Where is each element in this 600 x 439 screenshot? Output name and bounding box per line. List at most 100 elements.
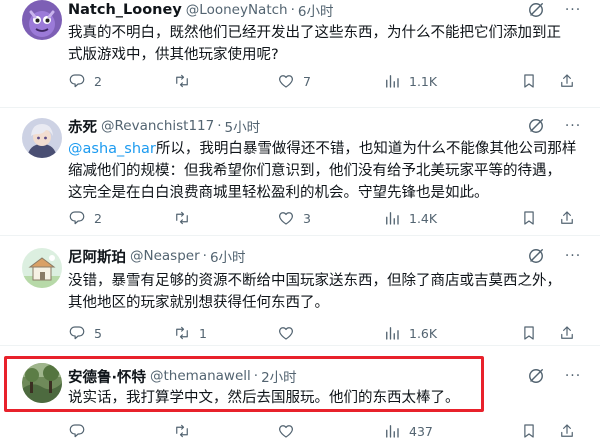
share-icon	[561, 211, 573, 224]
grok-icon[interactable]	[526, 0, 546, 20]
tweet-text: 说实话，我打算学中文，然后去国服玩。他们的东西太棒了。	[68, 387, 580, 409]
tweet-text-line: @asha_shar所以，我明白暴雪做得还不错，也知道为什么不能像其他公司那样	[68, 138, 580, 160]
author-name[interactable]: Natch_Looney	[68, 2, 182, 18]
tweet-text-fragment: 所以，我明白暴雪做得还不错，也知道为什么不能像其他公司那样	[155, 141, 577, 157]
tweet-text-line: 没错，暴雪有足够的资源不断给中国玩家送东西，但除了商店或吉莫西之外，	[68, 273, 561, 289]
heart-icon	[279, 75, 293, 88]
share-icon	[561, 326, 573, 339]
timestamp[interactable]: 6小时	[298, 0, 334, 20]
mention-link[interactable]: @asha_shar	[68, 141, 156, 157]
tweet-text-line: 式版游戏中，供其他玩家使用呢?	[68, 47, 279, 63]
timestamp[interactable]: 5小时	[225, 116, 261, 136]
retweet-button[interactable]	[173, 208, 199, 228]
retweet-icon	[176, 424, 188, 438]
bookmark-button[interactable]	[520, 208, 538, 228]
action-bar: 5 1 1.6K	[68, 323, 588, 343]
tweet-header: 安德鲁·怀特 @themanawell · 2小时	[68, 366, 297, 386]
purple-creature-icon	[22, 0, 62, 40]
avatar[interactable]	[22, 0, 62, 40]
action-bar: 2 7 1.1K	[68, 71, 588, 91]
more-options-icon[interactable]: ···	[562, 366, 584, 386]
forest-photo-icon	[22, 363, 62, 403]
grok-icon[interactable]	[526, 246, 546, 266]
view-count: 1.4K	[409, 210, 438, 226]
author-name[interactable]: 安德鲁·怀特	[68, 366, 146, 387]
author-name[interactable]: 尼阿斯珀	[68, 246, 126, 267]
tweet-header: 尼阿斯珀 @Neasper · 6小时	[68, 246, 246, 266]
more-options-icon[interactable]: ···	[562, 246, 584, 266]
avatar[interactable]	[22, 248, 62, 288]
separator-dot: ·	[217, 118, 222, 134]
retweet-button[interactable]	[173, 421, 199, 439]
like-button[interactable]	[277, 421, 303, 439]
tweet-2[interactable]: 赤死 @Revanchist117 · 5小时 ··· @asha_shar所以…	[0, 108, 600, 236]
tweet-text-line: 我真的不明白，既然他们已经开发出了这些东西，为什么不能把它们添加到正	[68, 25, 561, 41]
heart-icon	[279, 212, 293, 225]
separator-dot: ·	[290, 2, 295, 18]
reply-icon	[69, 424, 85, 438]
bookmark-button[interactable]	[520, 71, 538, 91]
avatar[interactable]	[22, 363, 62, 403]
more-options-icon[interactable]: ···	[562, 0, 584, 20]
reply-button[interactable]: 2	[68, 71, 102, 91]
share-button[interactable]	[558, 208, 576, 228]
reply-count: 5	[94, 325, 102, 341]
author-name[interactable]: 赤死	[68, 116, 97, 137]
timestamp[interactable]: 2小时	[261, 366, 297, 386]
reply-count: 2	[94, 210, 102, 226]
heart-icon	[279, 425, 293, 438]
views-button[interactable]: 1.1K	[383, 71, 437, 91]
bookmark-button[interactable]	[520, 421, 538, 439]
tweet-4[interactable]: 安德鲁·怀特 @themanawell · 2小时 ··· 说实话，我打算学中文…	[0, 346, 600, 439]
like-button[interactable]: 3	[277, 208, 311, 228]
views-button[interactable]: 437	[383, 421, 433, 439]
grok-icon[interactable]	[526, 366, 546, 386]
view-count: 1.1K	[409, 73, 438, 89]
like-button[interactable]: 7	[277, 71, 311, 91]
author-handle[interactable]: @Revanchist117	[101, 118, 214, 134]
retweet-button[interactable]	[173, 71, 199, 91]
like-count: 3	[303, 210, 311, 226]
heart-icon	[279, 327, 293, 340]
share-button[interactable]	[558, 71, 576, 91]
action-bar: 437	[68, 421, 588, 439]
reply-button[interactable]: 2	[68, 208, 102, 228]
share-button[interactable]	[558, 323, 576, 343]
retweet-icon	[176, 211, 188, 225]
bookmark-icon	[524, 424, 534, 438]
like-button[interactable]	[277, 323, 303, 343]
tweet-text-line: 缩减他们的规模：但我希望你们意识到，他们没有给予北美玩家平等的待遇，	[68, 163, 561, 179]
tweet-text: 没错，暴雪有足够的资源不断给中国玩家送东西，但除了商店或吉莫西之外， 其他地区的…	[68, 270, 580, 314]
retweet-icon	[176, 74, 188, 88]
avatar[interactable]	[22, 118, 62, 158]
separator-dot: ·	[202, 248, 207, 264]
tweet-text-line: 其他地区的玩家就别想获得任何东西了。	[68, 295, 329, 311]
author-handle[interactable]: @LooneyNatch	[186, 2, 288, 18]
bookmark-icon	[524, 211, 534, 225]
action-bar: 2 3 1.4K	[68, 208, 588, 228]
retweet-button[interactable]: 1	[173, 323, 207, 343]
anime-character-icon	[22, 118, 62, 158]
bar-chart-icon	[386, 327, 399, 340]
tweet-text-line: 这完全是在白白浪费商城里轻松盈利的机会。守望先锋也是如此。	[68, 185, 489, 201]
tweet-text: @asha_shar所以，我明白暴雪做得还不错，也知道为什么不能像其他公司那样 …	[68, 138, 580, 204]
author-handle[interactable]: @Neasper	[130, 248, 200, 264]
like-count: 7	[303, 73, 311, 89]
tweet-3[interactable]: 尼阿斯珀 @Neasper · 6小时 ··· 没错，暴雪有足够的资源不断给中国…	[0, 236, 600, 346]
reply-button[interactable]	[68, 421, 94, 439]
bookmark-icon	[524, 326, 534, 340]
views-button[interactable]: 1.6K	[383, 323, 437, 343]
reply-count: 2	[94, 73, 102, 89]
timestamp[interactable]: 6小时	[210, 246, 246, 266]
grok-icon[interactable]	[526, 116, 546, 136]
author-handle[interactable]: @themanawell	[150, 368, 251, 384]
share-button[interactable]	[558, 421, 576, 439]
view-count: 1.6K	[409, 325, 438, 341]
reply-button[interactable]: 5	[68, 323, 102, 343]
views-button[interactable]: 1.4K	[383, 208, 437, 228]
tweet-1[interactable]: Natch_Looney @LooneyNatch · 6小时 ··· 我真的不…	[0, 0, 600, 108]
retweet-count: 1	[199, 325, 207, 341]
more-options-icon[interactable]: ···	[562, 116, 584, 136]
tweet-text-line: 说实话，我打算学中文，然后去国服玩。他们的东西太棒了。	[68, 390, 460, 406]
bookmark-button[interactable]	[520, 323, 538, 343]
